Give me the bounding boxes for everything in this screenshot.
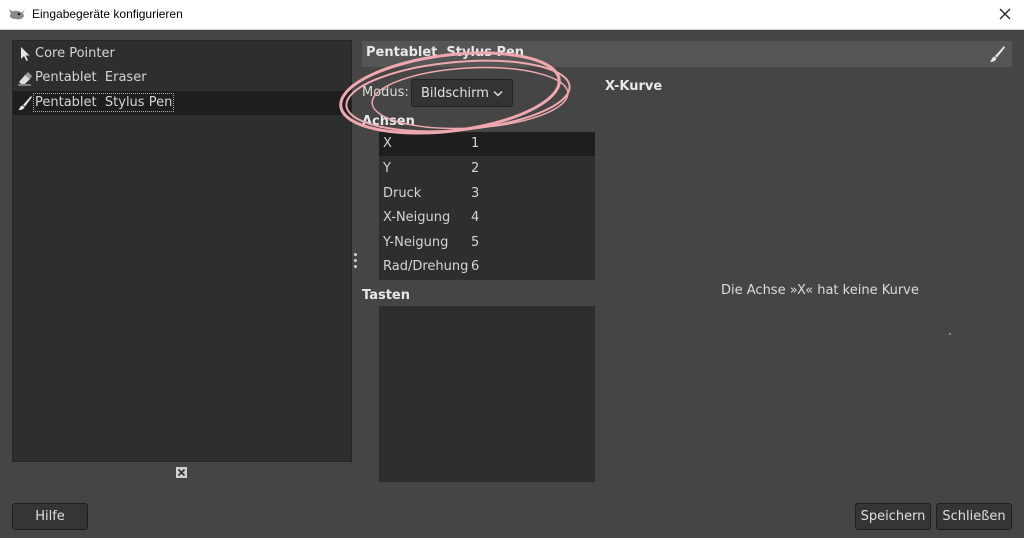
window-title: Eingabegeräte konfigurieren [32, 7, 183, 21]
title-bar: Eingabegeräte konfigurieren [0, 0, 1024, 30]
help-button[interactable]: Hilfe [12, 503, 88, 530]
chevron-down-icon [493, 90, 503, 97]
axis-row-x-neigung[interactable]: X-Neigung 4 [379, 206, 595, 230]
axis-row-druck[interactable]: Druck 3 [379, 182, 595, 206]
axis-index: 1 [471, 136, 480, 151]
keys-list[interactable] [379, 306, 595, 482]
keys-title: Tasten [362, 288, 410, 303]
device-header: Pentablet Stylus Pen [362, 41, 1012, 67]
mode-label: Modus: [362, 85, 409, 100]
device-item-core-pointer[interactable]: Core Pointer [13, 42, 351, 66]
axis-index: 2 [471, 161, 480, 176]
axis-index: 3 [471, 186, 480, 201]
curve-area-dot [949, 333, 951, 335]
close-icon[interactable] [996, 5, 1014, 23]
eraser-icon [18, 72, 32, 86]
pane-splitter-handle[interactable] [354, 253, 358, 271]
axis-row-x[interactable]: X 1 [379, 132, 595, 156]
device-label: Pentablet Eraser [35, 70, 147, 85]
axis-name: Y [383, 161, 391, 176]
axis-name: Y-Neigung [383, 235, 449, 250]
axes-title: Achsen [362, 114, 415, 129]
device-item-pentablet-eraser[interactable]: Pentablet Eraser [13, 66, 351, 90]
curve-message: Die Achse »X« hat keine Kurve [721, 283, 919, 298]
axis-index: 6 [471, 259, 480, 274]
axis-name: Druck [383, 186, 422, 201]
remove-device-icon[interactable] [176, 467, 187, 478]
axis-row-y-neigung[interactable]: Y-Neigung 5 [379, 231, 595, 255]
close-button[interactable]: Schließen [936, 503, 1012, 530]
device-list[interactable]: Core Pointer Pentablet Eraser Pentablet … [12, 40, 352, 462]
axis-name: Rad/Drehung [383, 259, 469, 274]
save-button[interactable]: Speichern [855, 503, 931, 530]
device-item-pentablet-stylus-pen[interactable]: Pentablet Stylus Pen [13, 91, 351, 115]
mode-dropdown[interactable]: Bildschirm [411, 79, 513, 107]
axis-name: X [383, 136, 392, 151]
gimp-icon [9, 9, 25, 20]
device-header-title: Pentablet Stylus Pen [366, 45, 525, 60]
axes-list[interactable]: X 1 Y 2 Druck 3 X-Neigung 4 Y-Neigung 5 … [379, 132, 595, 280]
axis-row-y[interactable]: Y 2 [379, 157, 595, 181]
brush-icon [18, 96, 32, 110]
axis-index: 5 [471, 235, 480, 250]
curve-title: X-Kurve [605, 79, 663, 94]
mode-value: Bildschirm [421, 86, 489, 101]
device-label: Core Pointer [35, 46, 115, 61]
brush-icon [990, 46, 1005, 62]
axis-row-rad-drehung[interactable]: Rad/Drehung 6 [379, 255, 595, 279]
device-label: Pentablet Stylus Pen [32, 93, 175, 112]
axis-name: X-Neigung [383, 210, 451, 225]
arrow-pointer-icon [21, 47, 30, 61]
axis-index: 4 [471, 210, 480, 225]
